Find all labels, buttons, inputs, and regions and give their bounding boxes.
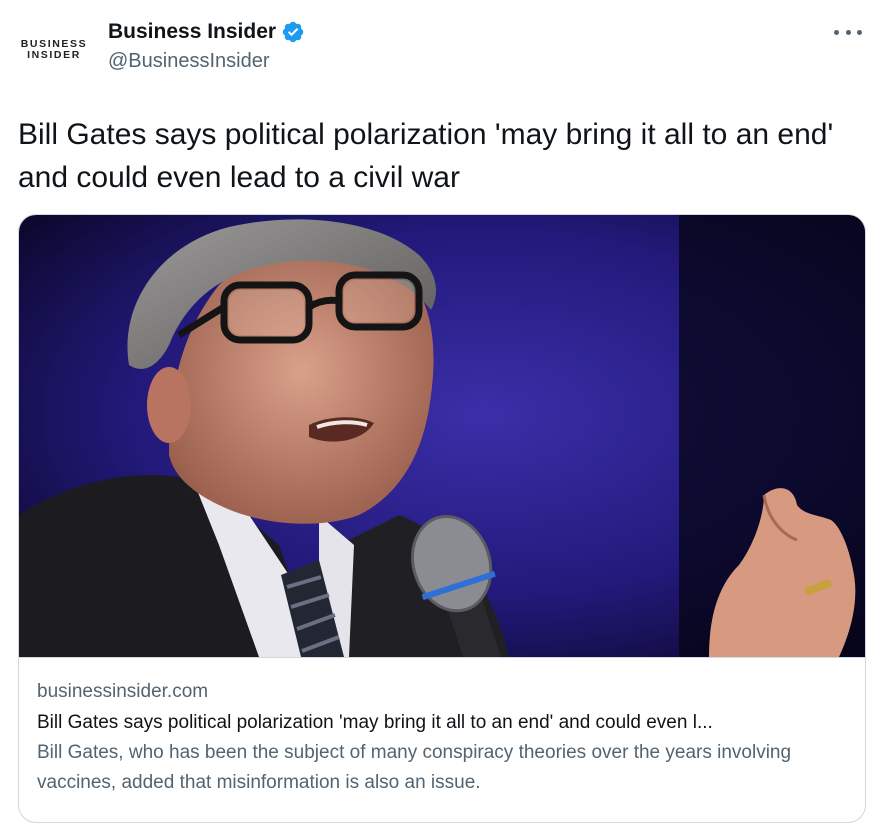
account-handle[interactable]: @BusinessInsider (108, 50, 305, 73)
tweet: BUSINESS INSIDER Business Insider @Busin… (0, 0, 880, 838)
tweet-header: Business Insider @BusinessInsider (108, 20, 305, 73)
name-row: Business Insider (108, 20, 305, 44)
avatar[interactable]: BUSINESS INSIDER (16, 20, 92, 80)
card-description: Bill Gates, who has been the subject of … (37, 742, 792, 793)
card-image[interactable] (19, 215, 865, 657)
card-body: businessinsider.com Bill Gates says poli… (19, 657, 865, 798)
card-domain: businessinsider.com (37, 681, 209, 702)
avatar-logo-line2: INSIDER (27, 49, 81, 61)
card-title: Bill Gates says political polarization '… (37, 712, 713, 733)
link-card[interactable]: businessinsider.com Bill Gates says poli… (18, 214, 866, 823)
display-name[interactable]: Business Insider (108, 20, 276, 44)
more-options-icon[interactable] (834, 22, 862, 42)
tweet-text: Bill Gates says political polarization '… (18, 118, 834, 194)
verified-badge-icon (281, 20, 305, 44)
